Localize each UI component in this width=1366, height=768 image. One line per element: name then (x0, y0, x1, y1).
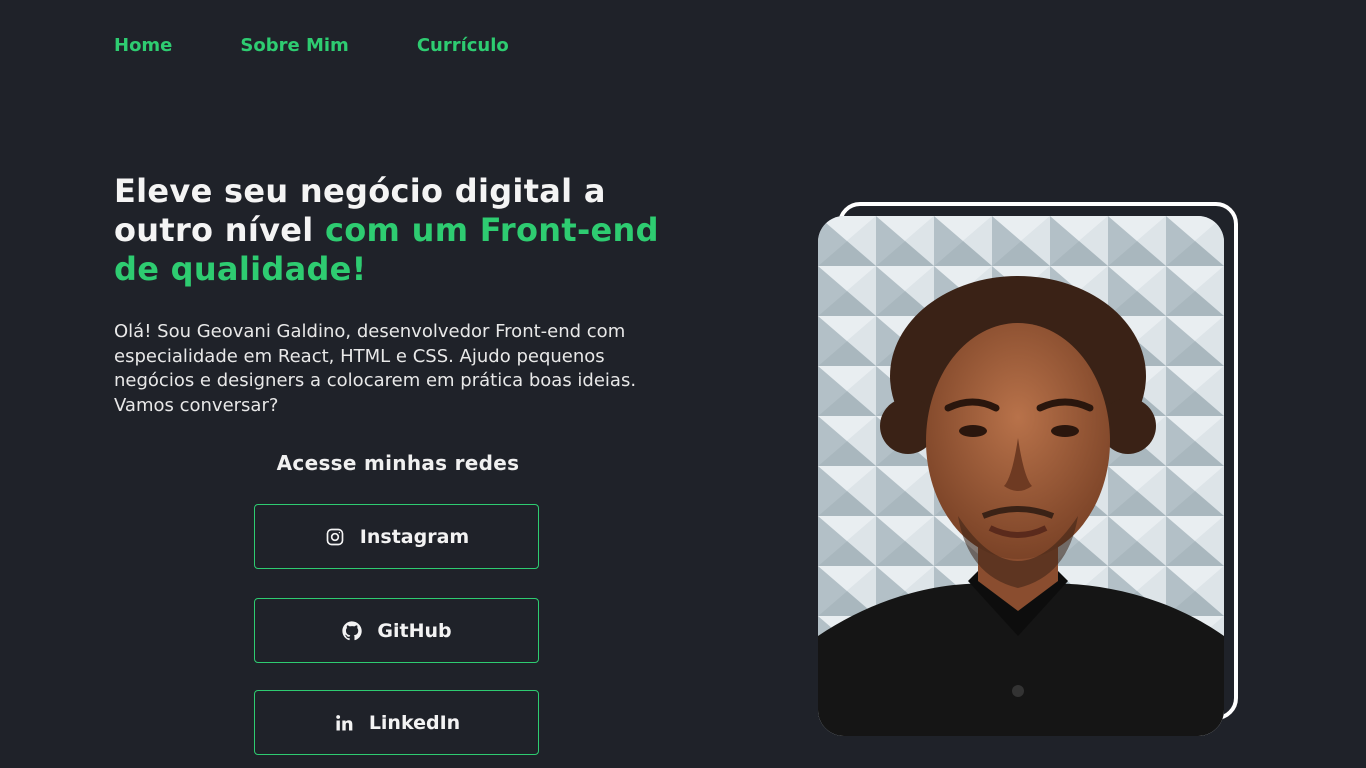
instagram-label: Instagram (359, 525, 470, 548)
github-label: GitHub (377, 619, 452, 642)
linkedin-icon (333, 712, 355, 734)
profile-photo (818, 216, 1224, 736)
github-button[interactable]: GitHub (254, 598, 539, 663)
hero-title: Eleve seu negócio digital a outro nível … (114, 172, 674, 289)
nav-home[interactable]: Home (114, 34, 172, 58)
github-icon (341, 620, 363, 642)
linkedin-label: LinkedIn (368, 711, 461, 734)
page: Home Sobre Mim Currículo Eleve seu negóc… (0, 0, 1366, 768)
nav-curriculo[interactable]: Currículo (417, 34, 509, 58)
instagram-icon (324, 526, 346, 548)
profile-portrait-illustration (818, 216, 1224, 736)
nav-sobre-mim[interactable]: Sobre Mim (240, 34, 348, 58)
top-nav: Home Sobre Mim Currículo (114, 34, 577, 58)
hero-description: Olá! Sou Geovani Galdino, desenvolvedor … (114, 321, 637, 416)
social-title: Acesse minhas redes (276, 451, 520, 475)
instagram-button[interactable]: Instagram (254, 504, 539, 569)
linkedin-button[interactable]: LinkedIn (254, 690, 539, 755)
